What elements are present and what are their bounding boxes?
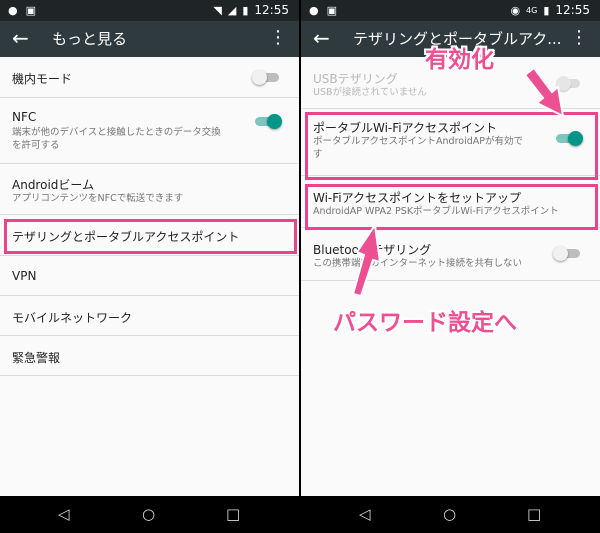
status-time: 12:55 (254, 3, 289, 17)
item-title: VPN (12, 269, 37, 283)
nav-home-icon[interactable]: ○ (443, 505, 456, 523)
left-phone-screen: ● ▣ ◥ ◢ ▮ 12:55 ← もっと見る ⋮ 機内モード NFC 端末が他… (0, 0, 299, 533)
settings-list: 機内モード NFC 端末が他のデバイスと接触したときのデータ交換 を許可する A… (0, 57, 299, 376)
right-phone-screen: ● ▣ ◉ 4G ▮ 12:55 ← テザリングとポータブルアク... ⋮ US… (301, 0, 600, 533)
settings-item-mobile-network[interactable]: モバイルネットワーク (0, 296, 299, 336)
settings-item-vpn[interactable]: VPN (0, 256, 299, 296)
navigation-bar: ◁ ○ □ (301, 496, 600, 533)
settings-item-emergency-alerts[interactable]: 緊急警報 (0, 336, 299, 376)
annotation-to-password: パスワード設定へ (333, 310, 517, 336)
signal-icon: ◢ (227, 4, 237, 17)
item-title: Androidビーム (12, 178, 95, 192)
navigation-bar: ◁ ○ □ (0, 496, 299, 533)
page-title: もっと見る (52, 30, 128, 48)
settings-item-nfc[interactable]: NFC 端末が他のデバイスと接触したときのデータ交換 を許可する (0, 98, 299, 164)
item-summary: アプリコンテンツをNFCで転送できます (12, 193, 184, 204)
app-toolbar: ← もっと見る ⋮ (0, 21, 299, 57)
item-summary: 端末が他のデバイスと接触したときのデータ交換 を許可する (12, 127, 221, 151)
annotation-enable: 有効化 (425, 47, 494, 73)
nav-back-icon[interactable]: ◁ (359, 505, 371, 523)
image-icon: ▣ (25, 4, 37, 17)
nav-home-icon[interactable]: ○ (142, 505, 155, 523)
back-arrow-icon[interactable]: ← (12, 27, 29, 49)
battery-icon: ▮ (242, 4, 249, 17)
item-title: NFC (12, 110, 37, 124)
nfc-toggle[interactable] (255, 114, 282, 129)
wifi-icon: ◥ (213, 4, 222, 17)
item-title: 緊急警報 (12, 351, 61, 365)
arrow-to-toggle (523, 66, 565, 118)
item-title: 機内モード (12, 72, 73, 86)
nav-back-icon[interactable]: ◁ (58, 505, 70, 523)
nav-recent-icon[interactable]: □ (527, 505, 541, 523)
settings-item-airplane-mode[interactable]: 機内モード (0, 57, 299, 98)
nav-recent-icon[interactable]: □ (226, 505, 240, 523)
overflow-menu-icon[interactable]: ⋮ (269, 27, 287, 49)
airplane-mode-toggle[interactable] (252, 70, 279, 85)
tethering-highlight-box (4, 219, 297, 254)
chat-bubble-icon: ● (8, 4, 18, 17)
annotation-arrows (351, 66, 565, 298)
item-title: モバイルネットワーク (12, 311, 133, 325)
settings-item-android-beam[interactable]: Androidビーム アプリコンテンツをNFCで転送できます (0, 164, 299, 215)
status-bar: ● ▣ ◥ ◢ ▮ 12:55 (0, 0, 299, 21)
arrow-to-setup (351, 222, 382, 298)
